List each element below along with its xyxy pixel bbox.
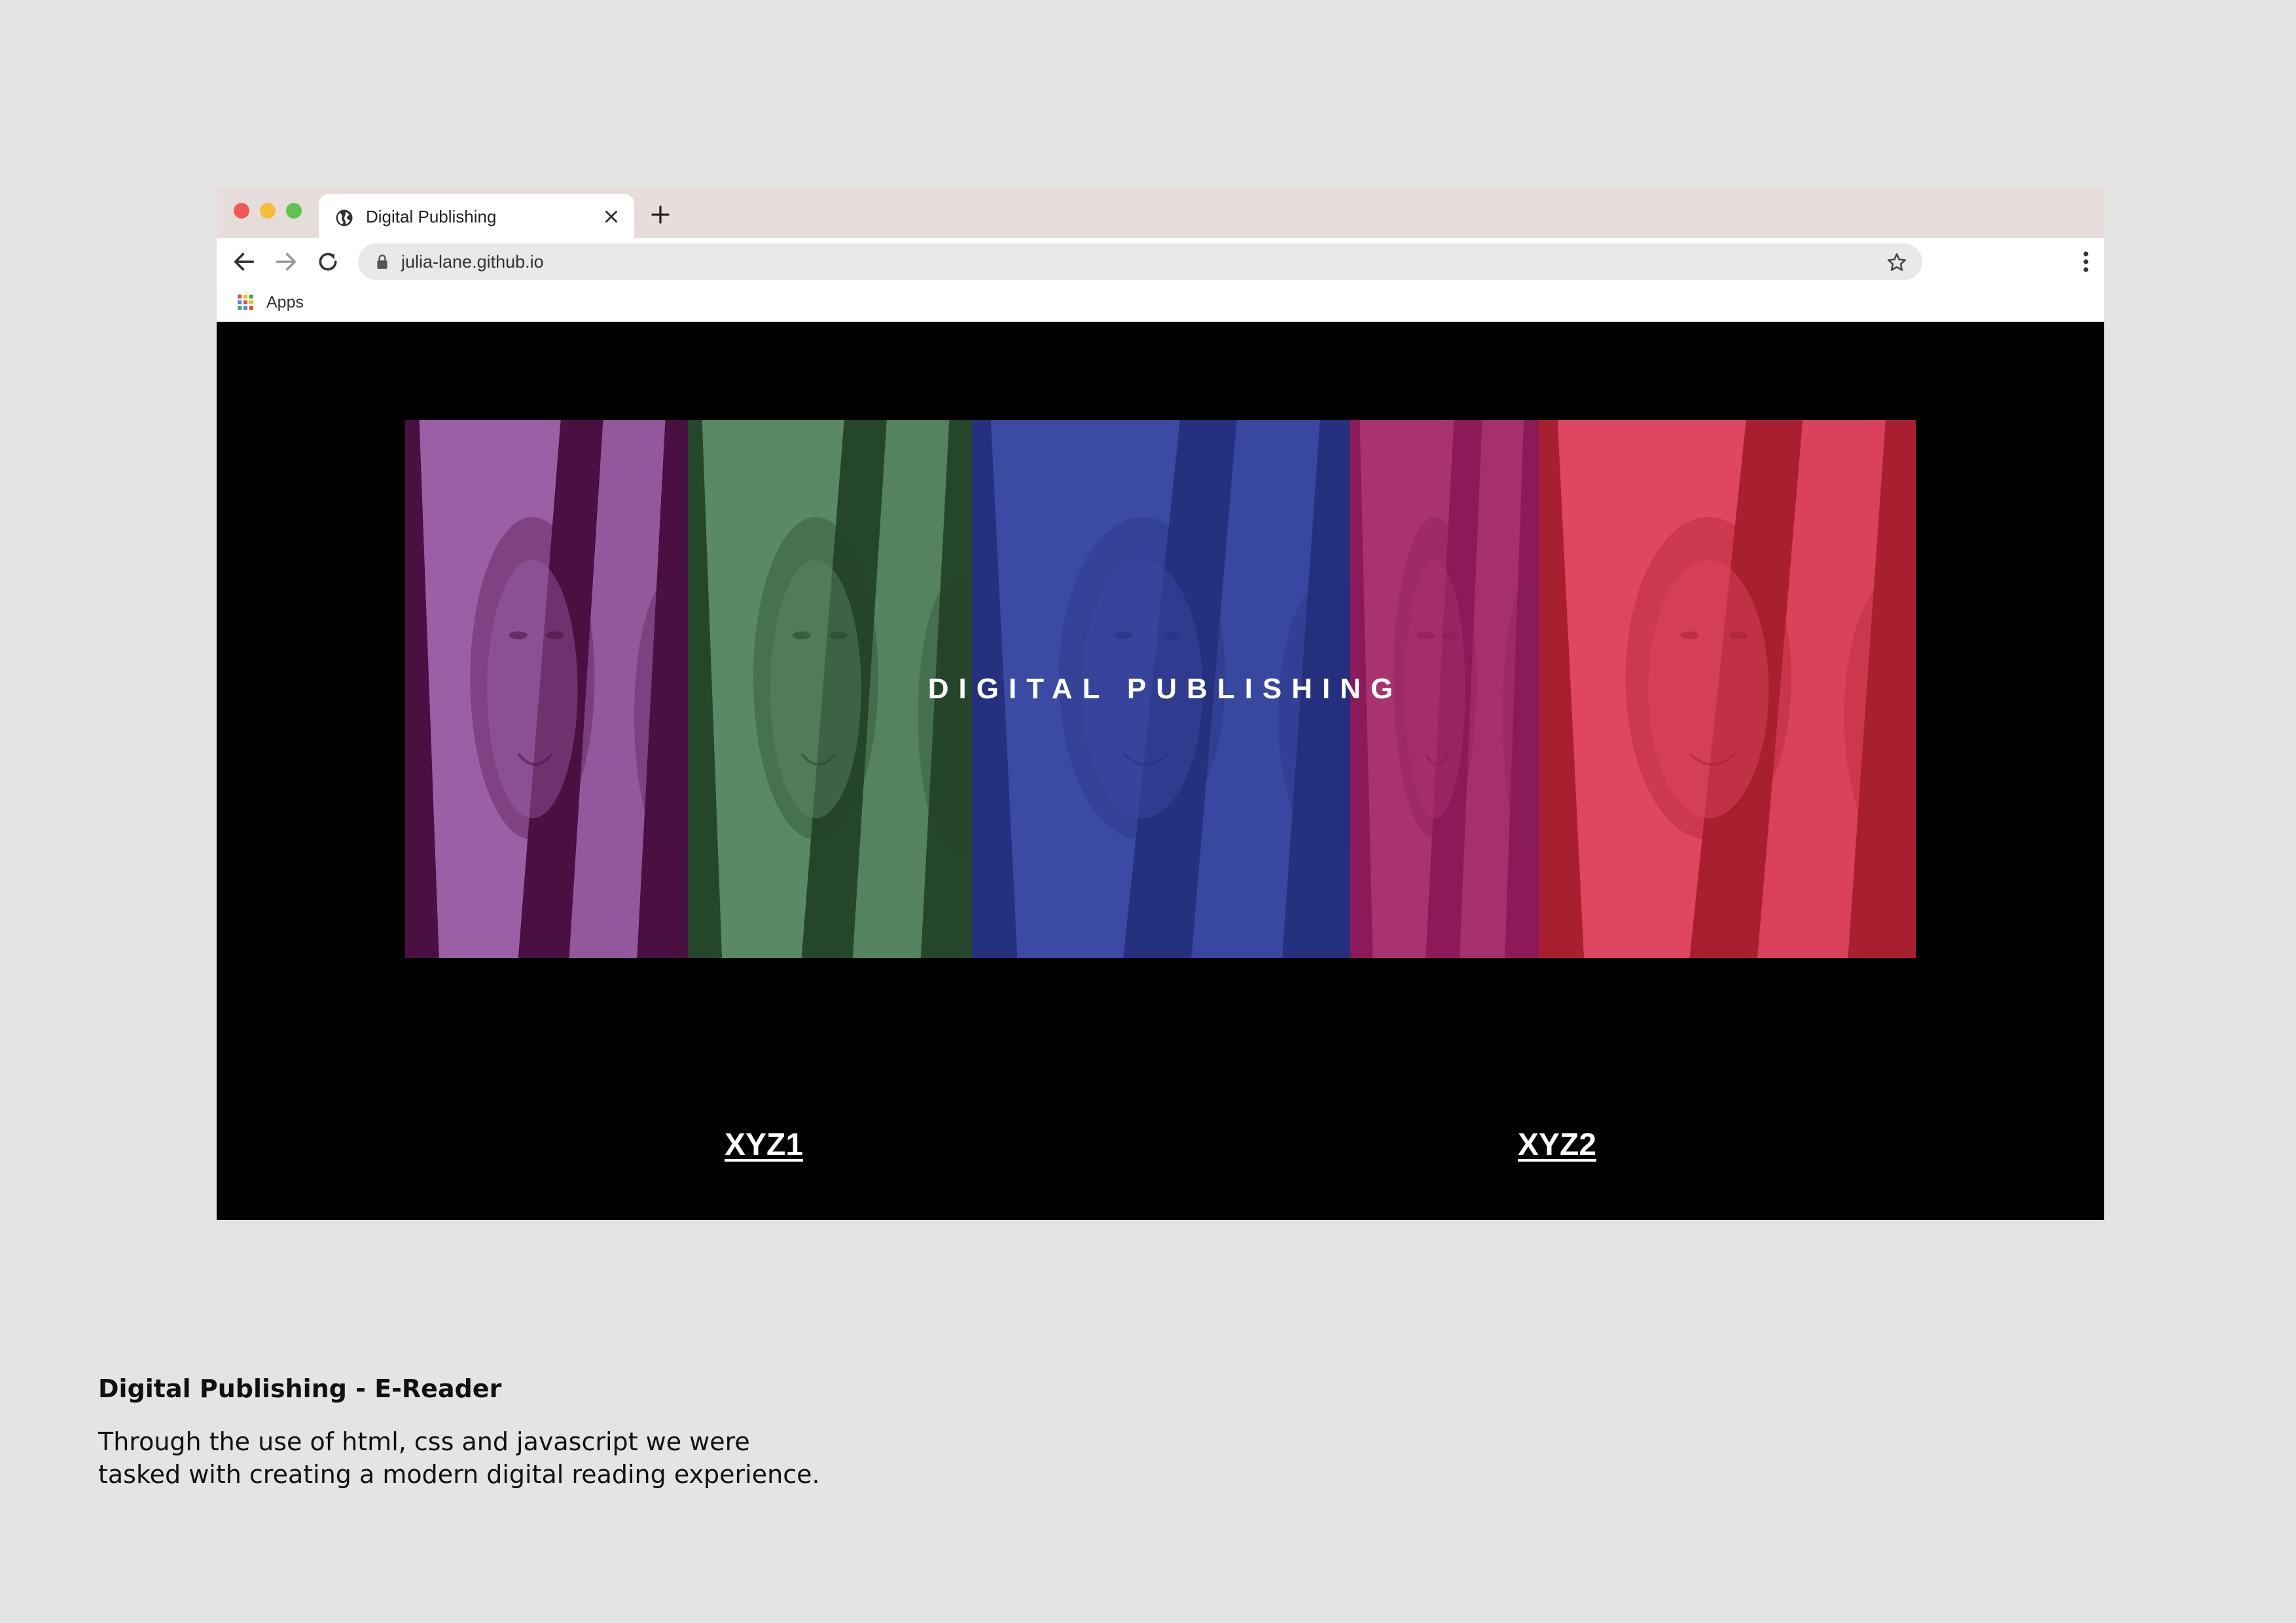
url-text: julia-lane.github.io [401,252,544,272]
caption-line: Through the use of html, css and javascr… [98,1427,750,1456]
back-arrow-icon[interactable] [231,249,257,275]
tab-title: Digital Publishing [366,207,497,226]
tab-strip: Digital Publishing [217,188,2104,238]
caption-line: tasked with creating a modern digital re… [98,1460,820,1489]
reload-icon[interactable] [315,249,341,275]
apps-bookmark-label[interactable]: Apps [266,293,304,312]
minimize-window-dot[interactable] [260,203,276,219]
tab-digital-publishing[interactable]: Digital Publishing [319,194,634,238]
star-icon[interactable] [1886,251,1908,274]
browser-window: Digital Publishing julia-lane.github.io [217,188,2104,1220]
hero-title: DIGITAL PUBLISHING [927,673,1403,705]
apps-grid-icon[interactable] [236,293,255,312]
close-icon[interactable] [601,207,621,226]
globe-icon [336,209,353,226]
chapter-link-xyz2[interactable]: XYZ2 [1518,1127,1596,1163]
kebab-menu-icon[interactable] [2082,250,2090,274]
address-bar[interactable]: julia-lane.github.io [358,243,1922,280]
caption-body: Through the use of html, css and javascr… [98,1425,820,1491]
caption-title: Digital Publishing - E-Reader [98,1374,502,1403]
plus-icon[interactable] [649,203,672,226]
page-viewport: DIGITAL PUBLISHING XYZ1 XYZ2 [217,322,2104,1220]
hero-banner: DIGITAL PUBLISHING [405,420,1916,958]
forward-arrow-icon[interactable] [273,249,299,275]
close-window-dot[interactable] [234,203,249,219]
browser-toolbar: julia-lane.github.io [217,238,2104,284]
chapter-link-xyz1[interactable]: XYZ1 [725,1127,803,1163]
lock-icon [377,255,387,269]
maximize-window-dot[interactable] [286,203,302,219]
bookmarks-bar: Apps [217,284,2104,322]
